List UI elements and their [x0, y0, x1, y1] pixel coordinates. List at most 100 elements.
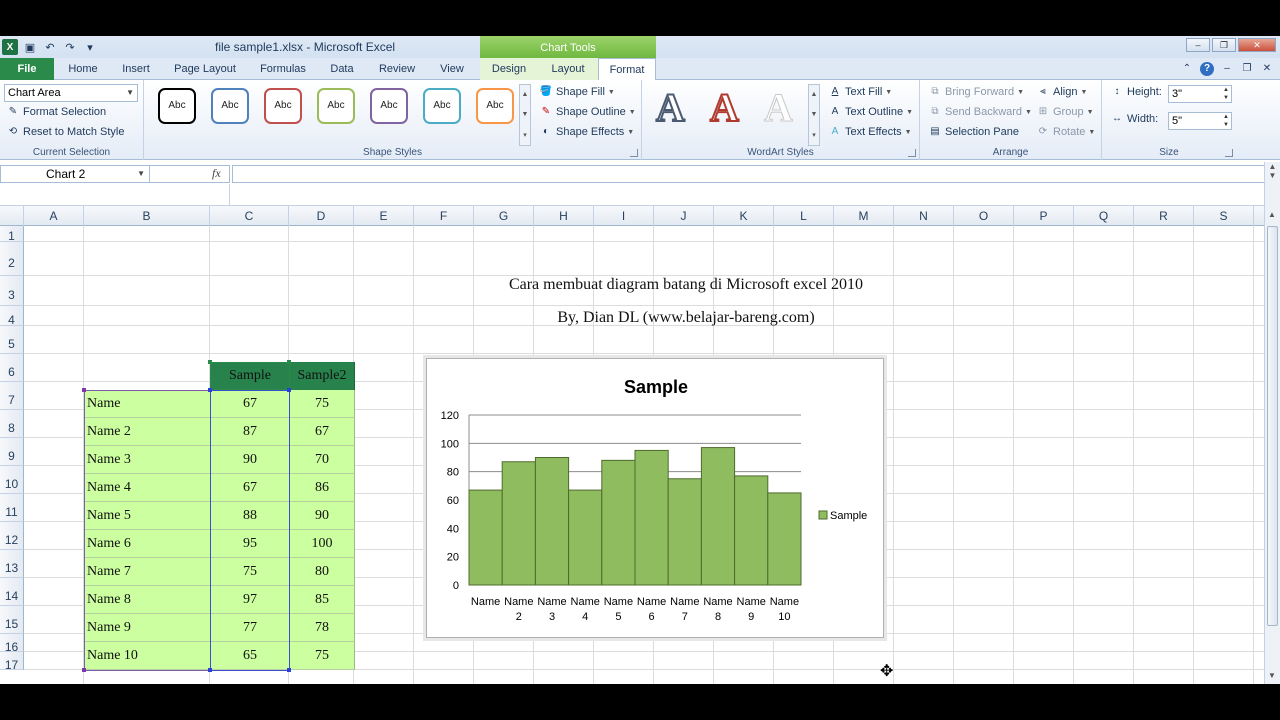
save-icon[interactable]: ▣ [22, 39, 38, 55]
range-handle[interactable] [208, 388, 212, 392]
undo-icon[interactable]: ↶ [42, 39, 58, 55]
minimize-ribbon-icon[interactable]: ⌃ [1180, 62, 1194, 76]
vertical-scrollbar[interactable]: ▲ ▼ [1264, 206, 1280, 684]
row-header[interactable]: 3 [0, 276, 24, 306]
row-header[interactable]: 7 [0, 382, 24, 410]
row-header[interactable]: 4 [0, 306, 24, 327]
table-cell-value[interactable]: 75 [290, 642, 355, 670]
column-header[interactable]: N [894, 206, 954, 226]
row-header[interactable]: 9 [0, 438, 24, 466]
help-icon[interactable]: ? [1200, 62, 1214, 76]
size-launcher-icon[interactable] [1225, 149, 1233, 157]
shape-fill-button[interactable]: 🪣 Shape Fill ▼ [539, 86, 615, 98]
wordart-style-red[interactable]: A [709, 84, 740, 132]
shape-style-swatch[interactable]: Abc [476, 88, 514, 124]
row-header[interactable]: 14 [0, 578, 24, 606]
range-handle[interactable] [287, 668, 291, 672]
column-header[interactable]: O [954, 206, 1014, 226]
tab-formulas[interactable]: Formulas [250, 58, 316, 80]
restore-button[interactable]: ❐ [1212, 38, 1236, 52]
formula-bar-expand[interactable]: ▲ ▼ [1264, 162, 1280, 206]
scroll-down-icon[interactable]: ▼ [1268, 671, 1276, 680]
table-cell-value[interactable]: 86 [290, 474, 355, 502]
table-cell-value[interactable]: 70 [290, 446, 355, 474]
tab-insert[interactable]: Insert [112, 58, 160, 80]
spin-arrows-icon[interactable]: ▲ ▼ [1223, 86, 1229, 102]
tab-view[interactable]: View [430, 58, 474, 80]
customize-qat-icon[interactable]: ▾ [82, 39, 98, 55]
range-handle[interactable] [208, 360, 212, 364]
height-input[interactable]: 3" ▲ ▼ [1168, 85, 1232, 103]
table-cell-value[interactable]: 90 [290, 502, 355, 530]
chart-area[interactable]: Sample 0 20 40 60 80 100 120 Name Name 2 Name 3 Name 4… [426, 358, 884, 638]
selection-pane-button[interactable]: ▤ Selection Pane [928, 126, 1019, 138]
tab-data[interactable]: Data [322, 58, 362, 80]
column-header[interactable]: I [594, 206, 654, 226]
table-cell-value[interactable]: 78 [290, 614, 355, 642]
scroll-thumb[interactable] [1267, 226, 1278, 626]
shape-style-swatch[interactable]: Abc [317, 88, 355, 124]
text-effects-button[interactable]: A Text Effects ▼ [828, 126, 912, 138]
bring-forward-button[interactable]: ⧉ Bring Forward ▼ [928, 86, 1024, 98]
gallery-up-icon[interactable]: ▲ [522, 91, 529, 98]
tab-home[interactable]: Home [60, 58, 106, 80]
column-header[interactable]: M [834, 206, 894, 226]
table-cell-value[interactable]: 100 [290, 530, 355, 558]
worksheet-grid[interactable]: ABCDEFGHIJKLMNOPQRS 1 2 3 4 5 6 7 8 9 10 11 12 13 14 1… [0, 206, 1264, 684]
shape-style-swatch[interactable]: Abc [370, 88, 408, 124]
close-button[interactable]: ✕ [1238, 38, 1276, 52]
gallery-down-icon[interactable]: ▼ [811, 111, 818, 118]
format-selection-button[interactable]: ✎ Format Selection [6, 106, 106, 118]
text-outline-button[interactable]: A Text Outline ▼ [828, 106, 913, 118]
shape-style-swatch[interactable]: Abc [211, 88, 249, 124]
column-header[interactable]: K [714, 206, 774, 226]
gallery-up-icon[interactable]: ▲ [811, 91, 818, 98]
column-header[interactable]: F [414, 206, 474, 226]
row-header[interactable]: 17 [0, 652, 24, 672]
range-handle[interactable] [287, 388, 291, 392]
insert-function-icon[interactable]: fx [212, 166, 221, 181]
column-header[interactable]: G [474, 206, 534, 226]
column-header[interactable]: Q [1074, 206, 1134, 226]
tab-layout[interactable]: Layout [538, 58, 598, 80]
wordart-style-light[interactable]: A [764, 84, 794, 132]
row-header[interactable]: 1 [0, 226, 24, 243]
width-input[interactable]: 5" ▲ ▼ [1168, 112, 1232, 130]
row-header[interactable]: 6 [0, 354, 24, 382]
select-all-corner[interactable] [0, 206, 24, 226]
tab-page-layout[interactable]: Page Layout [166, 58, 244, 80]
group-button[interactable]: ⊞ Group ▼ [1036, 106, 1094, 118]
row-header[interactable]: 11 [0, 494, 24, 522]
workbook-minimize-icon[interactable]: – [1220, 62, 1234, 76]
shape-style-swatch[interactable]: Abc [158, 88, 196, 124]
wordart-gallery-scroll[interactable]: ▲ ▼ ▾ [808, 84, 820, 146]
shape-styles-launcher-icon[interactable] [630, 149, 638, 157]
column-header[interactable]: H [534, 206, 594, 226]
column-header[interactable]: J [654, 206, 714, 226]
rotate-button[interactable]: ⟳ Rotate ▼ [1036, 126, 1096, 138]
row-header[interactable]: 12 [0, 522, 24, 550]
shape-outline-button[interactable]: ✎ Shape Outline ▼ [539, 106, 636, 118]
table-cell-value[interactable]: 85 [290, 586, 355, 614]
column-header[interactable]: C [210, 206, 289, 226]
column-header[interactable]: L [774, 206, 834, 226]
send-backward-button[interactable]: ⧉ Send Backward ▼ [928, 106, 1032, 118]
row-header[interactable]: 10 [0, 466, 24, 494]
shape-style-gallery-scroll[interactable]: ▲ ▼ ▾ [519, 84, 531, 146]
name-box[interactable]: Chart 2 ▼ [0, 165, 150, 183]
tab-file[interactable]: File [0, 58, 54, 80]
align-button[interactable]: ⫷ Align ▼ [1036, 86, 1087, 98]
range-handle[interactable] [208, 668, 212, 672]
row-header[interactable]: 16 [0, 634, 24, 654]
row-header[interactable]: 15 [0, 606, 24, 634]
shape-style-swatch[interactable]: Abc [264, 88, 302, 124]
tab-review[interactable]: Review [372, 58, 422, 80]
excel-logo-icon[interactable]: X [2, 39, 18, 55]
spin-arrows-icon[interactable]: ▲ ▼ [1223, 113, 1229, 129]
shape-style-swatch[interactable]: Abc [423, 88, 461, 124]
table-header-sample2[interactable]: Sample2 [290, 362, 355, 390]
table-cell-value[interactable]: 80 [290, 558, 355, 586]
gallery-more-icon[interactable]: ▾ [523, 131, 527, 139]
column-header[interactable]: P [1014, 206, 1074, 226]
tab-format[interactable]: Format [598, 58, 656, 81]
